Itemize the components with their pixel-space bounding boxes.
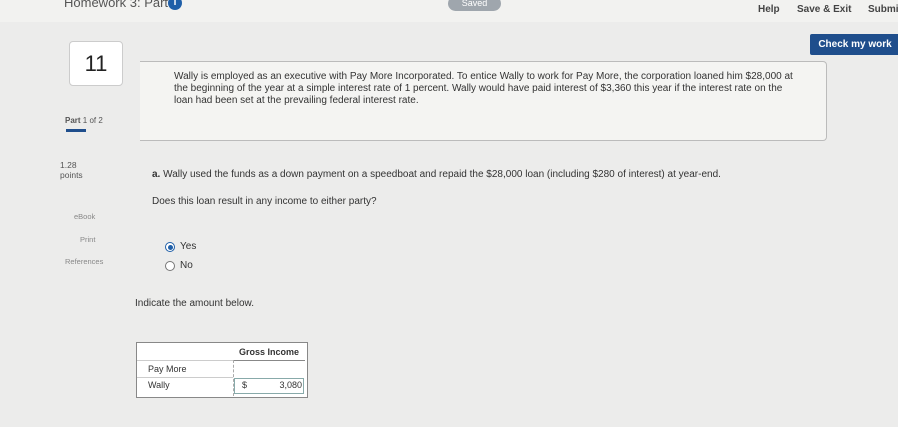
save-exit-link[interactable]: Save & Exit [797,4,851,15]
part-text: 1 of 2 [82,116,103,125]
table-row-label: Pay More [148,364,187,374]
table-divider [137,360,233,361]
submit-link[interactable]: Submi [868,4,898,15]
wally-amount-value[interactable]: 3,080 [260,380,302,390]
help-link[interactable]: Help [758,4,780,15]
table-header-gross-income: Gross Income [233,344,305,361]
indicate-instruction: Indicate the amount below. [135,298,254,309]
part-indicator: Part 1 of 2 [65,116,103,125]
part-progress-bar [66,129,86,132]
question-scenario: Wally is employed as an executive with P… [174,71,793,106]
saved-status-badge: Saved [448,0,501,11]
ebook-link[interactable]: eBook [74,212,95,221]
question-prompt: Does this loan result in any income to e… [152,196,377,207]
radio-no[interactable] [165,261,175,271]
assignment-title: Homework 3: Part 3 [64,0,179,10]
currency-symbol: $ [242,380,248,390]
question-number: 11 [69,41,123,86]
points-block: 1.28 points [60,160,83,180]
points-label: points [60,170,83,180]
radio-no-label[interactable]: No [180,260,193,271]
part-a-marker: a. [152,169,161,180]
table-divider [137,377,233,378]
part-a-body: Wally used the funds as a down payment o… [163,169,721,180]
references-link[interactable]: References [65,257,103,266]
part-prefix: Part [65,116,81,125]
part-a-text: a. Wally used the funds as a down paymen… [152,169,721,180]
radio-yes[interactable] [165,242,175,252]
points-value: 1.28 [60,160,77,170]
print-link[interactable]: Print [80,235,95,244]
table-row-label: Wally [148,380,170,390]
radio-yes-label[interactable]: Yes [180,241,196,252]
check-my-work-button[interactable]: Check my work [810,34,898,55]
